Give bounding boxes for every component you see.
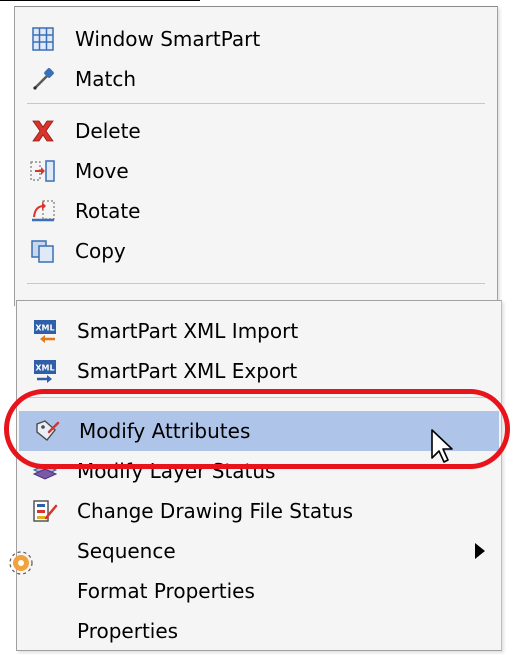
svg-text:XML: XML [35, 364, 54, 373]
menu-separator [29, 397, 489, 398]
context-menu-upper: Window SmartPart Match Delete Move Rotat… [14, 6, 498, 306]
menu-separator [27, 283, 485, 284]
layer-status-icon [31, 458, 59, 484]
menu-item-label: Window SmartPart [75, 27, 261, 51]
screenshot-stage: Window SmartPart Match Delete Move Rotat… [0, 0, 518, 655]
drawing-file-status-icon [31, 498, 59, 524]
move-icon [29, 158, 57, 184]
submenu-arrow-icon [475, 543, 485, 559]
menu-item-label: Move [75, 159, 129, 183]
rotate-icon [29, 198, 57, 224]
menu-item-label: Delete [75, 119, 141, 143]
top-edge-line [0, 0, 200, 1]
context-menu-lower: XML SmartPart XML Import XML SmartPart X… [16, 300, 502, 651]
menu-item-delete[interactable]: Delete [15, 111, 497, 151]
menu-item-format-properties[interactable]: Format Properties [17, 571, 501, 611]
menu-separator [27, 103, 485, 104]
menu-item-label: Sequence [77, 539, 176, 563]
menu-item-copy[interactable]: Copy [15, 231, 497, 271]
menu-item-label: Rotate [75, 199, 141, 223]
menu-item-label: Change Drawing File Status [77, 499, 354, 523]
menu-item-label: Format Properties [77, 579, 255, 603]
menu-item-label: Copy [75, 239, 126, 263]
menu-item-label: Properties [77, 619, 179, 643]
delete-x-icon [29, 118, 57, 144]
menu-item-sequence[interactable]: Sequence [17, 531, 501, 571]
menu-item-modify-layer-status[interactable]: Modify Layer Status [17, 451, 501, 491]
menu-item-move[interactable]: Move [15, 151, 497, 191]
menu-item-label: SmartPart XML Export [77, 359, 298, 383]
window-smartpart-icon [29, 26, 57, 52]
menu-item-properties[interactable]: Properties [17, 611, 501, 651]
svg-text:XML: XML [35, 324, 54, 333]
modify-attributes-icon [33, 418, 61, 444]
xml-import-icon: XML [31, 318, 59, 344]
menu-item-modify-attributes[interactable]: Modify Attributes [19, 411, 499, 451]
menu-item-change-drawing-file-status[interactable]: Change Drawing File Status [17, 491, 501, 531]
menu-item-label: SmartPart XML Import [77, 319, 299, 343]
eyedropper-icon [29, 66, 57, 92]
menu-item-rotate[interactable]: Rotate [15, 191, 497, 231]
menu-item-label: Modify Attributes [79, 419, 251, 443]
menu-item-match[interactable]: Match [15, 59, 497, 99]
xml-export-icon: XML [31, 358, 59, 384]
gear-badge-icon [6, 548, 36, 578]
mouse-cursor-icon [430, 428, 456, 466]
menu-item-label: Match [75, 67, 137, 91]
copy-icon [29, 238, 57, 264]
menu-item-smartpart-xml-import[interactable]: XML SmartPart XML Import [17, 311, 501, 351]
menu-item-smartpart-xml-export[interactable]: XML SmartPart XML Export [17, 351, 501, 391]
menu-item-label: Modify Layer Status [77, 459, 276, 483]
menu-item-window-smartpart[interactable]: Window SmartPart [15, 19, 497, 59]
